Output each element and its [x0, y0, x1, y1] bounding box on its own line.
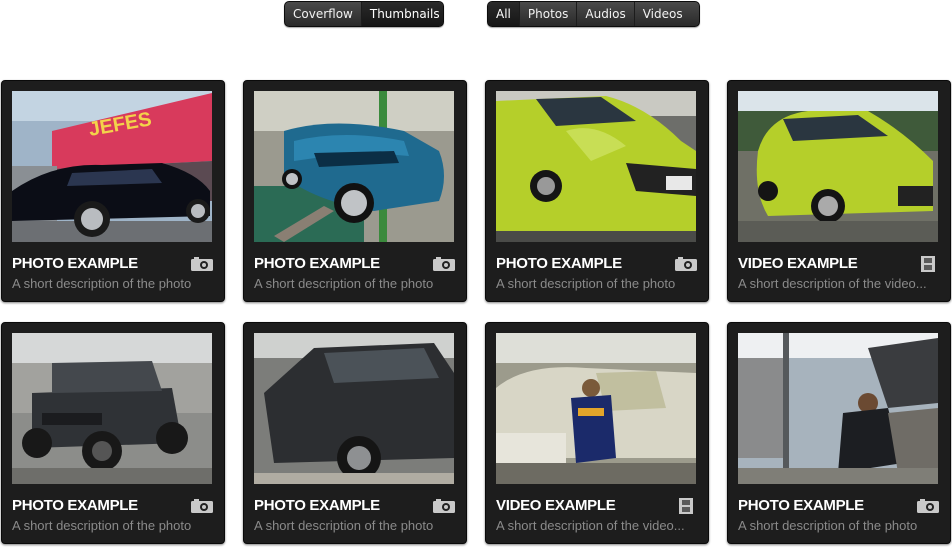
- photo-thumbnail[interactable]: [496, 91, 696, 242]
- filter-photos-button[interactable]: Photos: [518, 2, 576, 26]
- item-title: PHOTO EXAMPLE: [738, 497, 864, 514]
- camera-icon: [917, 499, 939, 513]
- item-description: A short description of the photo: [12, 276, 192, 291]
- gallery-card[interactable]: PHOTO EXAMPLE A short description of the…: [243, 80, 467, 302]
- gallery-card[interactable]: PHOTO EXAMPLE A short description of the…: [1, 322, 225, 544]
- gallery-card[interactable]: PHOTO EXAMPLE A short description of the…: [727, 322, 951, 544]
- filter-audios-button[interactable]: Audios: [576, 2, 633, 26]
- item-title: VIDEO EXAMPLE: [496, 497, 616, 514]
- camera-icon: [191, 499, 213, 513]
- item-description: A short description of the video...: [738, 276, 927, 291]
- item-description: A short description of the photo: [254, 518, 434, 533]
- photo-thumbnail[interactable]: [254, 91, 454, 242]
- gallery-card[interactable]: VIDEO EXAMPLE A short description of the…: [727, 80, 951, 302]
- filter-videos-button[interactable]: Videos: [633, 2, 691, 26]
- gallery-card[interactable]: VIDEO EXAMPLE A short description of the…: [485, 322, 709, 544]
- item-title: PHOTO EXAMPLE: [12, 497, 138, 514]
- item-title: VIDEO EXAMPLE: [738, 255, 858, 272]
- item-description: A short description of the photo: [254, 276, 434, 291]
- filter-all-button[interactable]: All: [488, 2, 519, 26]
- video-thumbnail[interactable]: [738, 91, 938, 242]
- film-icon: [679, 498, 693, 514]
- camera-icon: [191, 257, 213, 271]
- item-title: PHOTO EXAMPLE: [254, 255, 380, 272]
- item-title: PHOTO EXAMPLE: [496, 255, 622, 272]
- photo-thumbnail[interactable]: [12, 333, 212, 484]
- gallery-card[interactable]: PHOTO EXAMPLE A short description of the…: [485, 80, 709, 302]
- media-filter-switch: All Photos Audios Videos: [487, 1, 700, 27]
- thumbnails-button[interactable]: Thumbnails: [360, 2, 443, 26]
- photo-thumbnail[interactable]: JEFES: [12, 91, 212, 242]
- film-icon: [921, 256, 935, 272]
- photo-thumbnail[interactable]: [254, 333, 454, 484]
- camera-icon: [433, 257, 455, 271]
- item-description: A short description of the video...: [496, 518, 685, 533]
- item-title: PHOTO EXAMPLE: [254, 497, 380, 514]
- gallery-card[interactable]: JEFES PHOTO EXAMPLE A short description …: [1, 80, 225, 302]
- photo-thumbnail[interactable]: [738, 333, 938, 484]
- coverflow-button[interactable]: Coverflow: [285, 2, 361, 26]
- view-mode-switch: Coverflow Thumbnails: [284, 1, 444, 27]
- camera-icon: [675, 257, 697, 271]
- gallery-card[interactable]: PHOTO EXAMPLE A short description of the…: [243, 322, 467, 544]
- video-thumbnail[interactable]: [496, 333, 696, 484]
- camera-icon: [433, 499, 455, 513]
- item-description: A short description of the photo: [12, 518, 192, 533]
- item-title: PHOTO EXAMPLE: [12, 255, 138, 272]
- item-description: A short description of the photo: [738, 518, 918, 533]
- item-description: A short description of the photo: [496, 276, 676, 291]
